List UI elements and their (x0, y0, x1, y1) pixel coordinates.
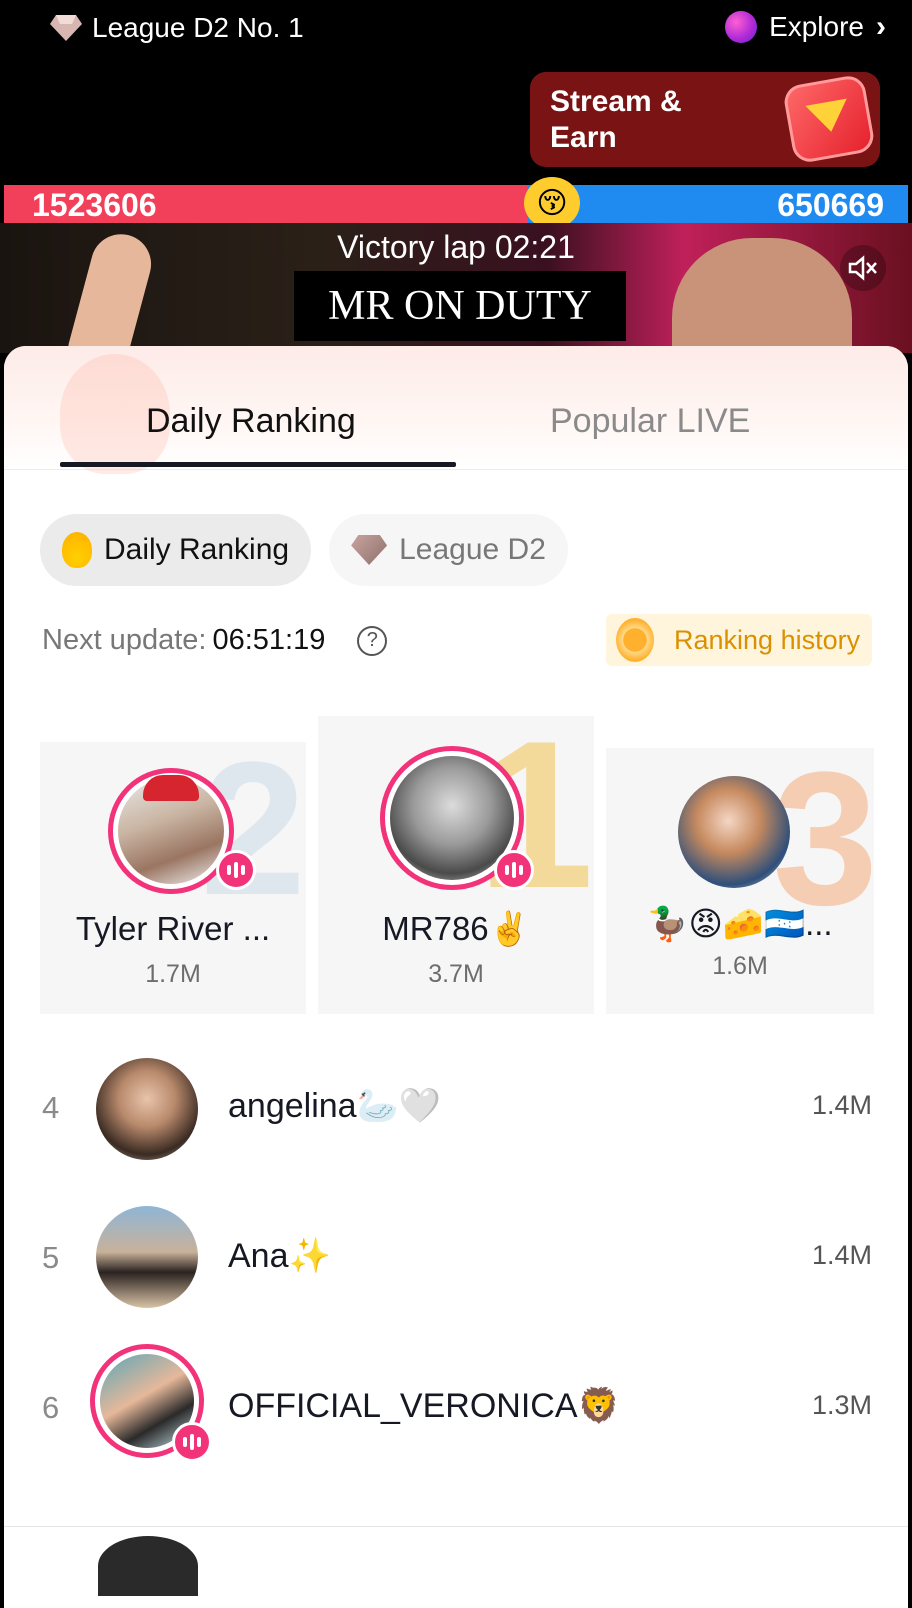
podium-third[interactable]: 3 🦆😡🧀🇭🇳... 1.6M (606, 744, 878, 1014)
row-score: 1.4M (811, 1240, 872, 1270)
podium-score: 1.6M (712, 952, 768, 980)
explore-planet-icon (725, 11, 758, 43)
chip-daily-ranking-label: Daily Ranking (104, 533, 290, 566)
explore-button[interactable]: Explore › (725, 10, 886, 44)
bottom-divider (4, 1526, 908, 1527)
active-tab-indicator (60, 462, 456, 467)
video-overlay-caption: MR ON DUTY (294, 271, 626, 341)
speaker-muted-icon (848, 255, 877, 281)
chip-league-d2[interactable]: League D2 (329, 514, 568, 586)
diamond-icon (50, 15, 82, 41)
chip-daily-ranking[interactable]: Daily Ranking (40, 514, 312, 586)
ranking-history-button[interactable]: Ranking history (606, 614, 872, 666)
avatar[interactable] (678, 776, 790, 888)
podium-score: 3.7M (428, 960, 484, 988)
battle-score-bar: 1523606 650669 😚 (4, 177, 908, 229)
ranking-row[interactable]: 6 OFFICIAL_VERONICA🦁 1.3M (4, 1344, 908, 1468)
podium-name: 🦆😡🧀🇭🇳... (647, 905, 833, 942)
ranking-history-label: Ranking history (674, 624, 861, 655)
row-score: 1.4M (811, 1090, 872, 1120)
live-indicator-icon (494, 850, 534, 890)
explore-label: Explore (769, 11, 864, 42)
tab-popular-live[interactable]: Popular LIVE (550, 402, 750, 441)
help-icon[interactable]: ? (357, 625, 388, 656)
victory-lap-timer: Victory lap 02:21 (337, 229, 575, 265)
podium-score: 1.7M (145, 960, 201, 988)
chevron-right-icon: › (876, 10, 886, 43)
ranking-row[interactable]: 5 Ana✨ 1.4M (4, 1198, 908, 1318)
next-update-row: Next update: 06:51:19 ? (42, 624, 388, 657)
medal-icon (616, 618, 654, 662)
row-rank: 6 (42, 1390, 60, 1425)
next-update-label: Next update: (42, 624, 207, 656)
battle-left-score: 1523606 (32, 187, 157, 223)
row-name: OFFICIAL_VERONICA🦁 (228, 1387, 620, 1425)
avatar[interactable] (96, 1206, 198, 1308)
next-update-countdown: 06:51:19 (212, 624, 326, 656)
row-rank: 5 (42, 1240, 60, 1275)
flame-icon (62, 532, 92, 568)
ranking-tabs: Daily Ranking Popular LIVE (4, 346, 908, 474)
live-indicator-icon (216, 850, 256, 890)
avatar[interactable] (96, 1058, 198, 1160)
live-video-preview[interactable]: Victory lap 02:21 MR ON DUTY (0, 223, 912, 353)
league-label: League D2 No. 1 (92, 12, 304, 43)
stream-earn-label: Stream & Earn (550, 85, 682, 154)
tab-daily-ranking[interactable]: Daily Ranking (146, 402, 356, 441)
live-indicator-icon (172, 1422, 212, 1462)
battle-right-score: 650669 (777, 187, 884, 223)
battle-emoji-icon: 😚 (524, 177, 580, 229)
row-score: 1.3M (811, 1390, 872, 1420)
row-name: Ana✨ (228, 1237, 331, 1275)
podium-name: Tyler River ... (75, 910, 271, 947)
row-rank: 4 (42, 1090, 60, 1125)
podium-first[interactable]: 1 MR786✌️ 3.7M (318, 710, 594, 1014)
chip-league-label: League D2 (399, 533, 546, 566)
avatar[interactable] (108, 768, 234, 894)
ruby-gem-icon (781, 73, 877, 165)
stream-earn-banner[interactable]: Stream & Earn (530, 72, 880, 167)
top-bar: League D2 No. 1 Explore › Stream & Earn (0, 0, 912, 185)
ranking-sheet: Daily Ranking Popular LIVE Daily Ranking… (4, 346, 908, 1608)
mute-button[interactable] (840, 245, 886, 291)
filter-chips: Daily Ranking League D2 (40, 514, 568, 586)
podium-name: MR786✌️ (382, 910, 530, 947)
podium-second[interactable]: 2 Tyler River ... 1.7M (40, 734, 306, 1014)
row-name: angelina🦢🤍 (228, 1087, 442, 1125)
diamond-icon (351, 535, 388, 565)
ranking-row[interactable]: 4 angelina🦢🤍 1.4M (4, 1048, 908, 1168)
league-tag[interactable]: League D2 No. 1 (50, 12, 304, 44)
avatar (98, 1536, 198, 1596)
